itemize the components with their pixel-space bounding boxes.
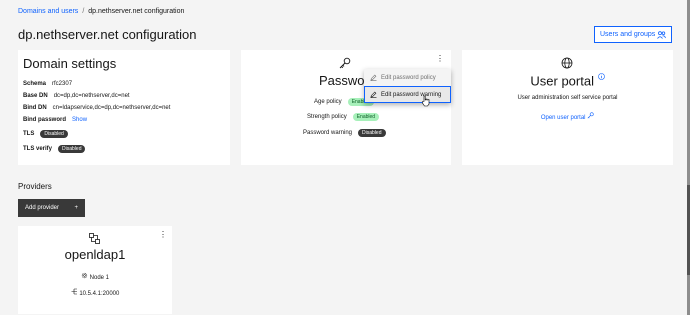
breadcrumb-link-domains[interactable]: Domains and users	[18, 8, 78, 15]
network-icon	[89, 233, 100, 244]
users-and-groups-button[interactable]: Users and groups	[594, 26, 672, 43]
tls-verify-status-tag: Disabled	[58, 145, 86, 153]
bind-dn-row: Bind DN cn=ldapservice,dc=dp,dc=nethserv…	[23, 105, 170, 111]
user-portal-card: User portal User administration self ser…	[462, 50, 673, 165]
menu-item-label: Edit password warning	[381, 91, 442, 98]
password-warning-status-tag: Disabled	[358, 129, 386, 137]
password-card-title: Passwo	[319, 73, 365, 88]
password-warning-row: Password warning Disabled	[303, 129, 386, 137]
page-title: dp.nethserver.net configuration	[18, 27, 197, 42]
edit-icon	[370, 91, 377, 98]
password-warning-label: Password warning	[303, 130, 353, 136]
menu-item-edit-password-policy[interactable]: Edit password policy	[364, 69, 451, 86]
password-card: ⋮ Passwo Age policy Enabled Strength pol…	[241, 50, 451, 165]
plus-icon: +	[74, 205, 78, 211]
base-dn-label: Base DN	[23, 93, 48, 99]
provider-node-label: Node 1	[89, 275, 110, 281]
menu-item-edit-password-warning[interactable]: Edit password warning	[364, 86, 451, 103]
gear-icon	[81, 272, 88, 279]
schema-row: Schema rfc2307	[23, 81, 72, 87]
tls-verify-row: TLS verify Disabled	[23, 145, 86, 153]
provider-address: 10.5.4.1:20000	[18, 288, 172, 297]
menu-item-label: Edit password policy	[381, 74, 436, 81]
open-user-portal-link[interactable]: Open user portal	[462, 112, 673, 121]
info-icon[interactable]	[597, 73, 605, 80]
tls-row: TLS Disabled	[23, 130, 68, 138]
show-password-link[interactable]: Show	[72, 117, 87, 123]
provider-node: Node 1	[18, 272, 172, 281]
user-portal-description: User administration self service portal	[517, 95, 618, 101]
users-icon	[657, 30, 666, 39]
add-provider-label: Add provider	[25, 205, 60, 211]
bind-dn-value: cn=ldapservice,dc=dp,dc=nethserver,dc=ne…	[52, 105, 171, 111]
user-portal-title-row: User portal	[462, 73, 673, 88]
password-overflow-menu-icon[interactable]: ⋮	[436, 55, 444, 63]
globe-icon	[561, 57, 573, 69]
schema-value: rfc2307	[52, 81, 73, 87]
connection-icon	[71, 288, 77, 295]
users-and-groups-label: Users and groups	[600, 31, 656, 38]
age-policy-label: Age policy	[314, 99, 342, 105]
breadcrumb-current: dp.nethserver.net configuration	[88, 8, 185, 15]
domain-settings-card: Domain settings Schema rfc2307 Base DN d…	[18, 50, 230, 165]
domain-settings-title: Domain settings	[23, 56, 117, 71]
provider-card: ⋮ openldap1 Node 1 10.5.4.1:20000	[18, 226, 172, 314]
providers-heading: Providers	[18, 182, 52, 191]
base-dn-value: dc=dp,dc=nethserver,dc=net	[53, 93, 130, 99]
tls-status-tag: Disabled	[40, 130, 68, 138]
strength-policy-row: Strength policy Enabled	[307, 113, 380, 121]
password-overflow-menu: Edit password policy Edit password warni…	[364, 69, 451, 103]
add-provider-button[interactable]: Add provider +	[18, 199, 85, 217]
breadcrumb-separator: /	[82, 8, 85, 15]
strength-policy-label: Strength policy	[307, 114, 347, 120]
tls-verify-label: TLS verify	[23, 146, 53, 152]
open-user-portal-label: Open user portal	[540, 115, 586, 121]
bind-password-row: Bind password Show	[23, 117, 87, 123]
provider-address-label: 10.5.4.1:20000	[79, 291, 120, 297]
provider-name: openldap1	[64, 247, 126, 262]
bind-password-label: Bind password	[23, 117, 67, 123]
tls-label: TLS	[23, 131, 35, 137]
base-dn-row: Base DN dc=dp,dc=nethserver,dc=net	[23, 93, 130, 99]
schema-label: Schema	[23, 81, 47, 87]
strength-policy-status-tag: Enabled	[352, 113, 380, 121]
provider-overflow-menu-icon[interactable]: ⋮	[159, 231, 167, 239]
edit-icon	[370, 74, 377, 81]
pointer-cursor-icon	[422, 95, 430, 107]
key-icon	[339, 57, 351, 69]
breadcrumb: Domains and users / dp.nethserver.net co…	[18, 8, 184, 15]
key-icon	[587, 112, 594, 119]
user-portal-title: User portal	[530, 73, 594, 89]
bind-dn-label: Bind DN	[23, 105, 47, 111]
